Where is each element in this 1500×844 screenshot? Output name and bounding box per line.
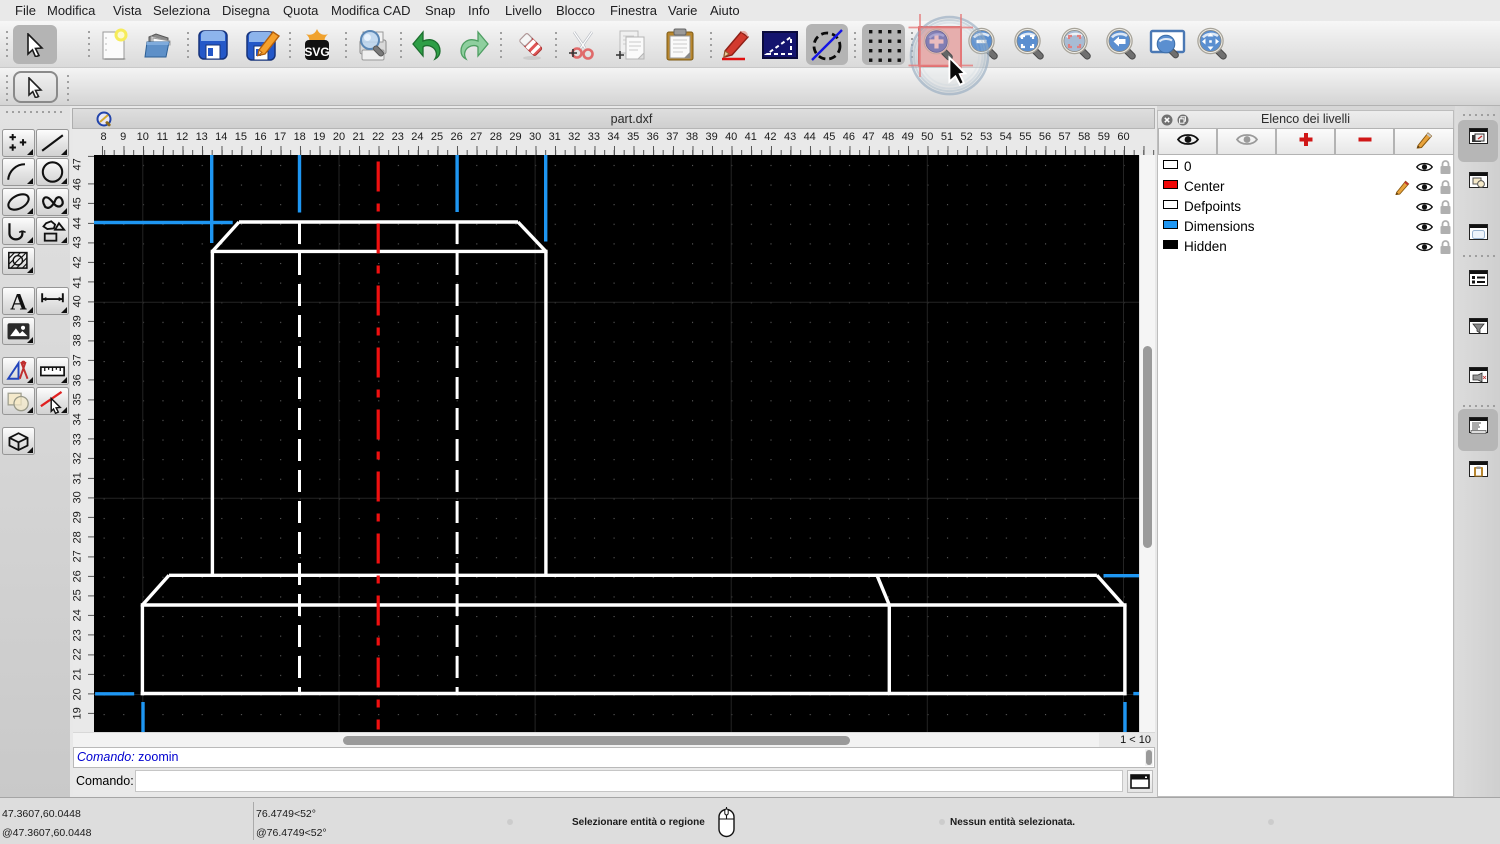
svg-text:SVG: SVG bbox=[304, 45, 329, 59]
svg-text:A: A bbox=[10, 289, 27, 314]
